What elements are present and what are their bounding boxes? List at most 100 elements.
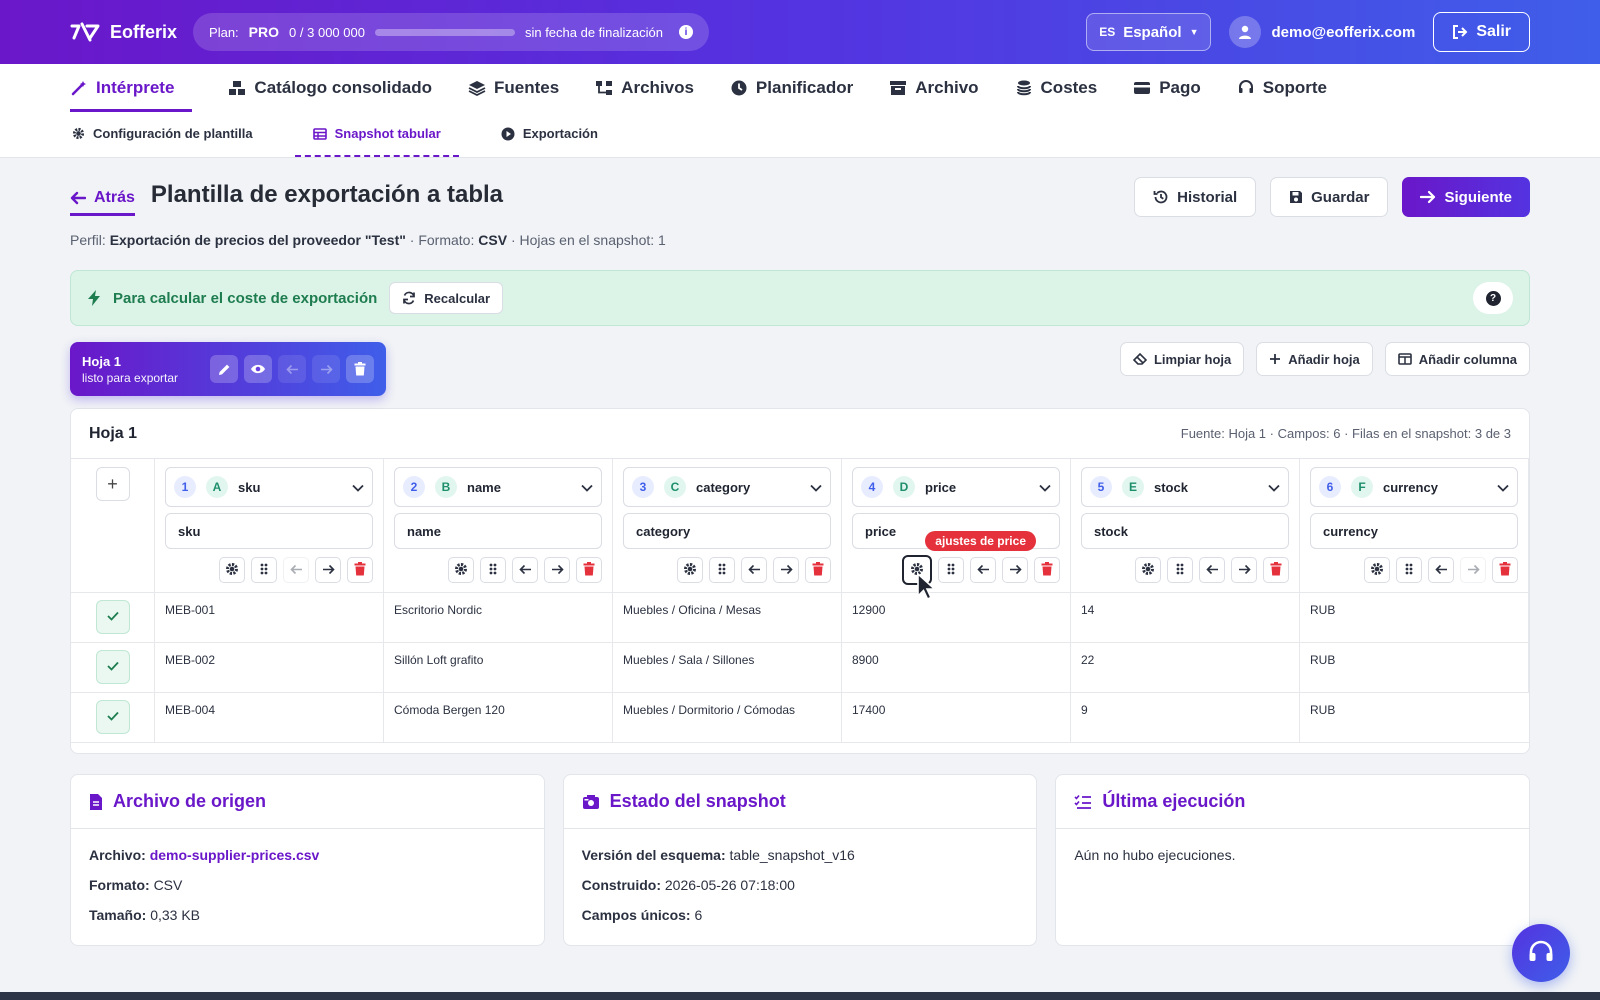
app-logo[interactable]: Eofferix: [70, 20, 177, 44]
nav-catalogo[interactable]: Catálogo consolidado: [228, 64, 432, 112]
source-file-link[interactable]: demo-supplier-prices.csv: [150, 847, 320, 863]
user-menu[interactable]: demo@eofferix.com: [1229, 16, 1415, 48]
column-field-select[interactable]: 1 Asku: [165, 467, 373, 507]
column-field-select[interactable]: 6 Fcurrency: [1310, 467, 1518, 507]
move-sheet-right-button[interactable]: [312, 355, 340, 383]
gear-icon: [454, 562, 468, 579]
credit-card-icon: [1134, 82, 1151, 94]
table-cell: 8900: [842, 643, 1071, 693]
move-column-left-button[interactable]: [1199, 557, 1225, 583]
move-column-right-button[interactable]: [1002, 557, 1028, 583]
move-column-right-button[interactable]: [1460, 557, 1486, 583]
move-column-left-button[interactable]: [283, 557, 309, 583]
nav-archivo[interactable]: Archivo: [889, 64, 979, 112]
move-column-left-button[interactable]: [741, 557, 767, 583]
edit-sheet-button[interactable]: [210, 355, 238, 383]
column-header-input[interactable]: sku: [165, 513, 373, 549]
delete-column-button[interactable]: [576, 557, 602, 583]
column-settings-button[interactable]: [1135, 557, 1161, 583]
top-bar: Eofferix Plan: PRO 0 / 3 000 000 sin fec…: [0, 0, 1600, 64]
help-button[interactable]: ?: [1473, 282, 1513, 314]
delete-column-button[interactable]: [1263, 557, 1289, 583]
column-drag-handle[interactable]: [1167, 557, 1193, 583]
nav-planificador[interactable]: Planificador: [730, 64, 853, 112]
column-header: 2 Bname name: [384, 459, 613, 593]
tab-configuracion[interactable]: Configuración de plantilla: [70, 112, 255, 157]
column-number: 1: [174, 476, 196, 498]
column-header-input[interactable]: stock: [1081, 513, 1289, 549]
page-title: Plantilla de exportación a tabla: [150, 181, 504, 208]
tab-snapshot[interactable]: Snapshot tabular: [294, 112, 459, 157]
next-button[interactable]: Siguiente: [1402, 177, 1530, 217]
preview-sheet-button[interactable]: [244, 355, 272, 383]
plus-icon: [1270, 354, 1281, 364]
move-column-right-button[interactable]: [1231, 557, 1257, 583]
column-field-select[interactable]: 5 Estock: [1081, 467, 1289, 507]
move-column-right-button[interactable]: [544, 557, 570, 583]
column-letter: F: [1351, 476, 1373, 498]
move-sheet-left-button[interactable]: [278, 355, 306, 383]
column-settings-button[interactable]: [219, 557, 245, 583]
move-column-right-button[interactable]: [315, 557, 341, 583]
row-checkbox[interactable]: [95, 650, 130, 684]
back-link[interactable]: Atrás: [70, 189, 135, 216]
nav-soporte[interactable]: Soporte: [1237, 64, 1327, 112]
clear-sheet-button[interactable]: Limpiar hoja: [1119, 342, 1245, 376]
column-letter: A: [206, 476, 228, 498]
column-settings-button[interactable]: [1364, 557, 1390, 583]
nav-interprete[interactable]: Intérprete: [70, 64, 193, 112]
language-select[interactable]: ES Español ▼: [1086, 13, 1212, 51]
add-sheet-button[interactable]: Añadir hoja: [1256, 342, 1373, 376]
trash-icon: [1270, 561, 1282, 579]
nav-archivos[interactable]: Archivos: [595, 64, 694, 112]
row-checkbox[interactable]: [95, 600, 130, 634]
column-drag-handle[interactable]: [1396, 557, 1422, 583]
logout-button[interactable]: Salir: [1433, 12, 1530, 52]
arrow-right-icon: [780, 562, 793, 578]
move-column-left-button[interactable]: [970, 557, 996, 583]
refresh-icon: [403, 291, 416, 305]
delete-sheet-button[interactable]: [346, 355, 374, 383]
nav-costes[interactable]: Costes: [1015, 64, 1097, 112]
headset-icon: [1529, 940, 1553, 961]
gear-icon: [1370, 562, 1384, 579]
recalculate-button[interactable]: Recalcular: [389, 282, 504, 314]
delete-column-button[interactable]: [805, 557, 831, 583]
delete-column-button[interactable]: [347, 557, 373, 583]
column-drag-handle[interactable]: [938, 557, 964, 583]
column-field-select[interactable]: 3 Ccategory: [623, 467, 831, 507]
trash-icon: [1041, 561, 1053, 579]
sheet-tab[interactable]: Hoja 1 listo para exportar: [70, 342, 386, 396]
support-chat-button[interactable]: [1512, 924, 1570, 982]
column-header-input[interactable]: currency: [1310, 513, 1518, 549]
table-cell: RUB: [1300, 693, 1529, 743]
save-button[interactable]: Guardar: [1270, 177, 1389, 217]
info-icon[interactable]: i: [679, 25, 693, 39]
move-column-left-button[interactable]: [1428, 557, 1454, 583]
add-row-button[interactable]: +: [95, 467, 130, 501]
delete-column-button[interactable]: [1034, 557, 1060, 583]
column-header: 5 Estock stock: [1071, 459, 1300, 593]
plan-usage-bar: [374, 28, 515, 36]
row-checkbox[interactable]: [95, 700, 130, 734]
column-header-input[interactable]: name: [394, 513, 602, 549]
add-column-button[interactable]: Añadir columna: [1384, 342, 1530, 376]
column-settings-button[interactable]: [677, 557, 703, 583]
tab-exportacion[interactable]: Exportación: [499, 112, 600, 157]
nav-pago[interactable]: Pago: [1133, 64, 1201, 112]
column-drag-handle[interactable]: [480, 557, 506, 583]
check-icon: [106, 660, 119, 674]
column-drag-handle[interactable]: [251, 557, 277, 583]
nav-fuentes[interactable]: Fuentes: [468, 64, 559, 112]
move-column-left-button[interactable]: [512, 557, 538, 583]
column-letter: D: [893, 476, 915, 498]
delete-column-button[interactable]: [1492, 557, 1518, 583]
column-settings-button[interactable]: [448, 557, 474, 583]
column-field-select[interactable]: 4 Dprice: [852, 467, 1060, 507]
history-button[interactable]: Historial: [1134, 177, 1257, 217]
column-header-input[interactable]: category: [623, 513, 831, 549]
grip-icon: [717, 562, 727, 579]
column-drag-handle[interactable]: [709, 557, 735, 583]
move-column-right-button[interactable]: [773, 557, 799, 583]
column-field-select[interactable]: 2 Bname: [394, 467, 602, 507]
